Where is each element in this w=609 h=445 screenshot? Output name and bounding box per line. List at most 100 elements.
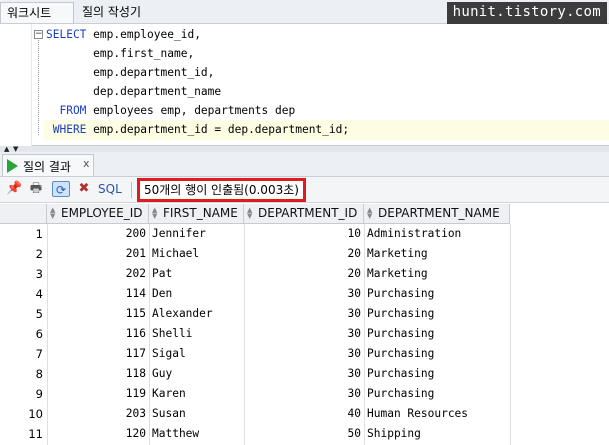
- row-number: 1: [35, 227, 43, 241]
- code-line-1: SELECT emp.employee_id,: [46, 25, 201, 44]
- cell-department-name[interactable]: Marketing: [367, 264, 510, 284]
- table-row[interactable]: 1 200 Jennifer 10 Administration: [0, 224, 510, 244]
- cell-employee-id[interactable]: 117: [48, 344, 148, 364]
- column-header-label: DEPARTMENT_NAME: [378, 206, 500, 220]
- cell-department-id[interactable]: 20: [245, 244, 363, 264]
- cell-department-id[interactable]: 30: [245, 384, 363, 404]
- close-icon[interactable]: x: [83, 157, 90, 170]
- tab-query-builder[interactable]: 질의 작성기: [76, 2, 147, 23]
- column-header-label: FIRST_NAME: [163, 206, 238, 220]
- cell-department-id[interactable]: 10: [245, 224, 363, 244]
- row-number: 3: [35, 267, 43, 281]
- cell-first-name[interactable]: Sigal: [152, 344, 244, 364]
- code-line-4: dep.department_name: [46, 82, 221, 101]
- table-row[interactable]: 7 117 Sigal 30 Purchasing: [0, 344, 510, 364]
- cell-employee-id[interactable]: 119: [48, 384, 148, 404]
- fetch-status: 50개의 행이 인출됨(0.003초): [137, 178, 306, 202]
- row-number: 5: [35, 307, 43, 321]
- cell-department-id[interactable]: 50: [245, 424, 363, 444]
- refresh-icon[interactable]: ⟳: [52, 181, 70, 197]
- table-row[interactable]: 11 120 Matthew 50 Shipping: [0, 424, 510, 444]
- sql-keyword: SELECT: [46, 28, 87, 41]
- pin-icon[interactable]: 📌: [6, 181, 22, 197]
- column-header-employee-id[interactable]: ▲ ▼ EMPLOYEE_ID: [47, 204, 149, 224]
- cell-first-name[interactable]: Matthew: [152, 424, 244, 444]
- result-toolbar: 📌 🖶 ⟳ ✖ SQL 50개의 행이 인출됨(0.003초): [0, 177, 609, 203]
- cell-department-name[interactable]: Purchasing: [367, 284, 510, 304]
- cell-first-name[interactable]: Guy: [152, 364, 244, 384]
- tab-query-result[interactable]: 질의 결과 x: [2, 154, 94, 176]
- cell-department-name[interactable]: Shipping: [367, 424, 510, 444]
- cell-department-name[interactable]: Purchasing: [367, 364, 510, 384]
- cell-employee-id[interactable]: 201: [48, 244, 148, 264]
- column-header-label: EMPLOYEE_ID: [61, 206, 143, 220]
- cell-department-id[interactable]: 30: [245, 324, 363, 344]
- code-text: emp.first_name,: [46, 47, 195, 60]
- column-header-first-name[interactable]: ▲ ▼ FIRST_NAME: [149, 204, 244, 224]
- code-text: dep.department_name: [46, 85, 222, 98]
- row-number: 6: [35, 327, 43, 341]
- cell-employee-id[interactable]: 202: [48, 264, 148, 284]
- code-line-2: emp.first_name,: [46, 44, 194, 63]
- sql-keyword: FROM: [46, 104, 87, 117]
- cell-department-name[interactable]: Purchasing: [367, 324, 510, 344]
- table-row[interactable]: 8 118 Guy 30 Purchasing: [0, 364, 510, 384]
- cell-department-name[interactable]: Administration: [367, 224, 510, 244]
- sql-editor[interactable]: − SELECT emp.employee_id, emp.first_name…: [0, 24, 609, 146]
- cell-department-id[interactable]: 40: [245, 404, 363, 424]
- cell-department-id[interactable]: 30: [245, 284, 363, 304]
- sort-icon: ▲ ▼: [152, 206, 158, 220]
- cell-department-id[interactable]: 30: [245, 344, 363, 364]
- grid-header: ▲ ▼ EMPLOYEE_ID ▲ ▼ FIRST_NAME ▲ ▼ DEPARTMENT_…: [0, 204, 510, 224]
- code-line-3: emp.department_id,: [46, 63, 214, 82]
- table-row[interactable]: 4 114 Den 30 Purchasing: [0, 284, 510, 304]
- cell-department-name[interactable]: Purchasing: [367, 304, 510, 324]
- tab-worksheet[interactable]: 워크시트: [0, 2, 74, 23]
- cell-first-name[interactable]: Karen: [152, 384, 244, 404]
- table-row[interactable]: 6 116 Shelli 30 Purchasing: [0, 324, 510, 344]
- fold-guide: [38, 40, 39, 135]
- editor-gutter: [0, 24, 32, 146]
- cell-department-name[interactable]: Human Resources: [367, 404, 510, 424]
- cancel-fetch-icon[interactable]: ✖: [76, 181, 92, 197]
- cell-first-name[interactable]: Pat: [152, 264, 244, 284]
- cell-first-name[interactable]: Jennifer: [152, 224, 244, 244]
- cell-employee-id[interactable]: 118: [48, 364, 148, 384]
- cell-department-name[interactable]: Marketing: [367, 244, 510, 264]
- cell-department-id[interactable]: 20: [245, 264, 363, 284]
- column-header-department-name[interactable]: ▲ ▼ DEPARTMENT_NAME: [364, 204, 510, 224]
- cell-department-id[interactable]: 30: [245, 304, 363, 324]
- row-number: 7: [35, 347, 43, 361]
- cell-employee-id[interactable]: 203: [48, 404, 148, 424]
- code-line-5: FROM employees emp, departments dep: [46, 101, 295, 120]
- cell-employee-id[interactable]: 200: [48, 224, 148, 244]
- row-number: 4: [35, 287, 43, 301]
- cell-department-name[interactable]: Purchasing: [367, 384, 510, 404]
- cell-first-name[interactable]: Michael: [152, 244, 244, 264]
- table-row[interactable]: 9 119 Karen 30 Purchasing: [0, 384, 510, 404]
- table-row[interactable]: 10 203 Susan 40 Human Resources: [0, 404, 510, 424]
- print-icon[interactable]: 🖶: [28, 181, 44, 197]
- table-row[interactable]: 3 202 Pat 20 Marketing: [0, 264, 510, 284]
- table-row[interactable]: 2 201 Michael 20 Marketing: [0, 244, 510, 264]
- code-text: employees emp, departments dep: [86, 104, 296, 117]
- sql-keyword: WHERE: [46, 123, 87, 136]
- cell-department-id[interactable]: 30: [245, 364, 363, 384]
- table-row[interactable]: 5 115 Alexander 30 Purchasing: [0, 304, 510, 324]
- watermark: hunit.tistory.com: [446, 2, 607, 24]
- cell-first-name[interactable]: Susan: [152, 404, 244, 424]
- sql-button[interactable]: SQL: [98, 182, 122, 196]
- cell-first-name[interactable]: Den: [152, 284, 244, 304]
- cell-employee-id[interactable]: 120: [48, 424, 148, 444]
- cell-employee-id[interactable]: 114: [48, 284, 148, 304]
- fold-collapse-icon[interactable]: −: [34, 30, 43, 39]
- column-header-department-id[interactable]: ▲ ▼ DEPARTMENT_ID: [244, 204, 364, 224]
- cell-department-name[interactable]: Purchasing: [367, 344, 510, 364]
- cell-first-name[interactable]: Shelli: [152, 324, 244, 344]
- row-number: 11: [28, 427, 43, 441]
- sort-icon: ▲ ▼: [367, 206, 373, 220]
- cell-employee-id[interactable]: 116: [48, 324, 148, 344]
- cell-first-name[interactable]: Alexander: [152, 304, 244, 324]
- code-text: emp.department_id,: [46, 66, 215, 79]
- cell-employee-id[interactable]: 115: [48, 304, 148, 324]
